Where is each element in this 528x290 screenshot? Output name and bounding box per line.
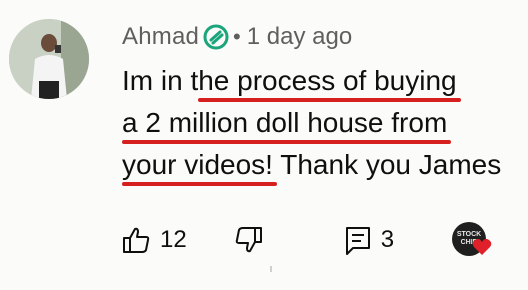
comment-line-3: your videos! Thank you James <box>122 144 522 186</box>
comment-text: Im in the process of buying a 2 million … <box>122 60 522 186</box>
divider-mark <box>270 266 272 272</box>
creator-heart-badge: STOCK CHIP <box>452 222 496 260</box>
like-button[interactable]: 12 <box>120 224 187 256</box>
like-count: 12 <box>160 226 187 253</box>
verified-icon <box>203 24 229 50</box>
comment-text-underlined: your videos! <box>122 149 273 180</box>
comment-text-underlined: he process of buying <box>198 65 457 96</box>
thumbs-up-icon <box>120 224 152 256</box>
comment-text-segment: Thank you James <box>272 149 502 180</box>
reply-button[interactable]: 3 <box>343 224 394 256</box>
dislike-button[interactable] <box>233 224 265 256</box>
reply-count: 3 <box>380 226 395 253</box>
separator-dot: • <box>233 24 241 49</box>
comment-line-2: a 2 million doll house from <box>122 102 522 144</box>
comment-card: Ahmad • 1 day ago Im in the process of b… <box>0 0 528 290</box>
heart-icon <box>472 238 492 261</box>
comment-timestamp[interactable]: 1 day ago <box>247 23 352 51</box>
reply-icon <box>343 224 373 256</box>
comment-actions: 12 3 <box>120 222 394 258</box>
thumbs-down-icon <box>233 224 265 256</box>
comment-header: Ahmad • 1 day ago <box>122 20 352 54</box>
comment-text-segment: Im in t <box>122 65 199 96</box>
comment-line-1: Im in the process of buying <box>122 60 522 102</box>
author-avatar[interactable] <box>9 19 89 99</box>
author-name[interactable]: Ahmad <box>122 23 199 51</box>
comment-text-underlined: a 2 million doll house from <box>122 107 448 138</box>
